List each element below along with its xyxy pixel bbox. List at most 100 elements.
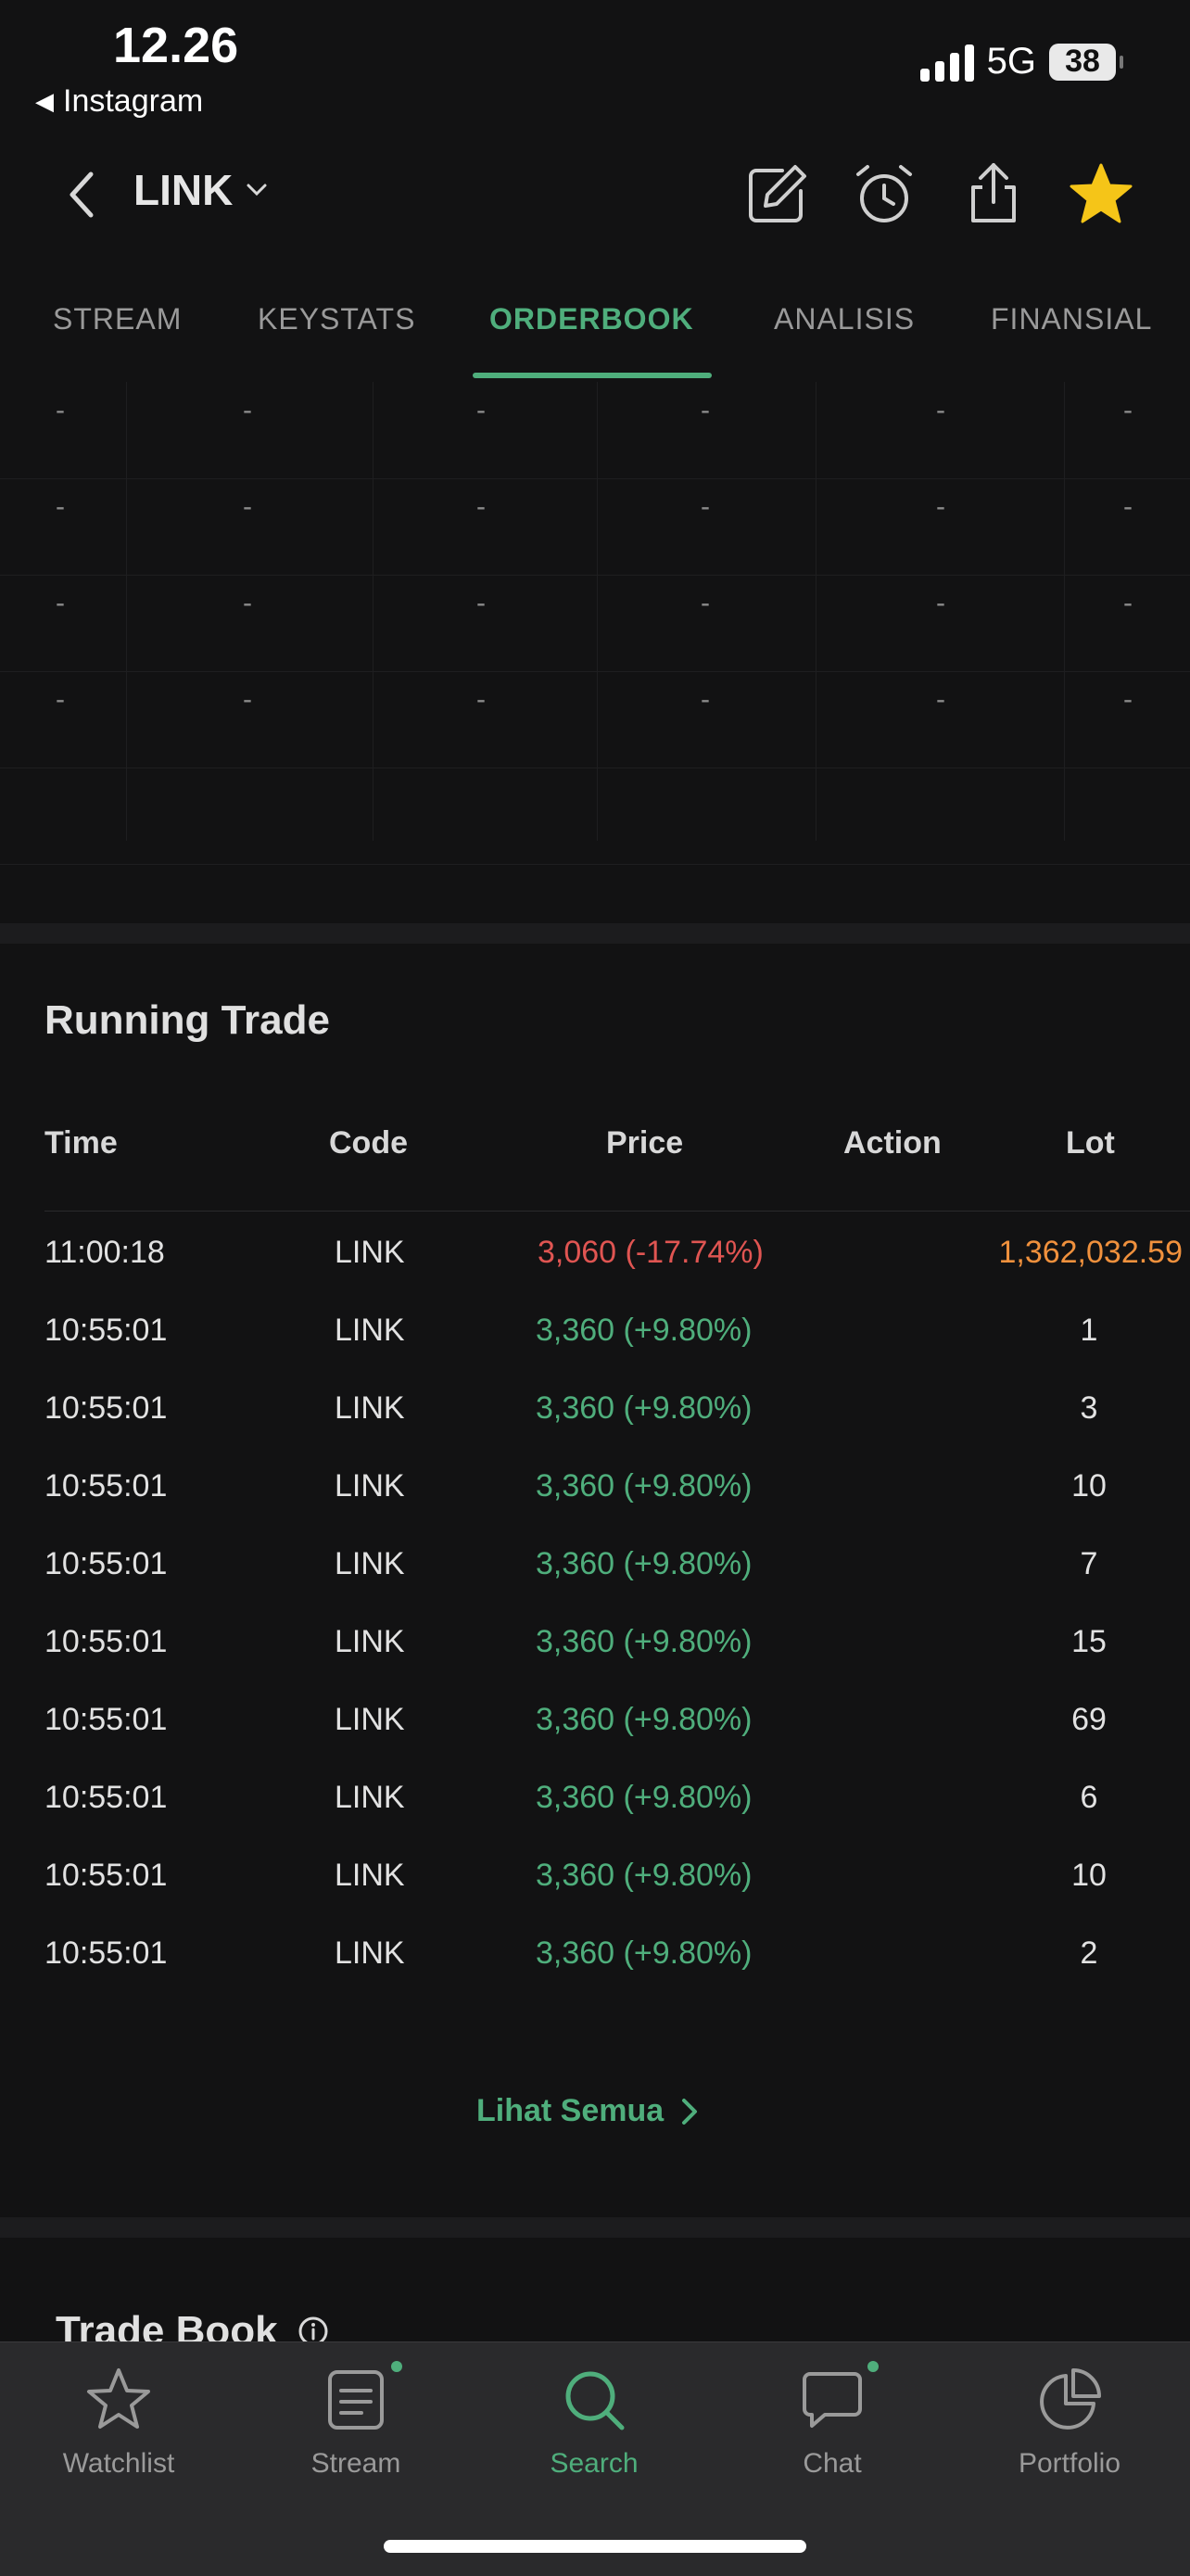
orderbook-row: - - - - - - — [0, 478, 1190, 576]
status-indicators: 5G 38 — [919, 41, 1123, 82]
trade-code: LINK — [335, 1468, 405, 1504]
trade-time: 10:55:01 — [44, 1935, 168, 1971]
trade-code: LINK — [335, 1313, 405, 1348]
trade-price: 3,360 (+9.80%) — [536, 1390, 753, 1426]
orderbook-cell: - — [56, 588, 65, 618]
column-header-price: Price — [606, 1125, 684, 1161]
table-row[interactable]: 10:55:01 LINK 3,360 (+9.80%) 69 — [0, 1702, 1190, 1780]
table-row[interactable]: 10:55:01 LINK 3,360 (+9.80%) 7 — [0, 1546, 1190, 1624]
table-row[interactable]: 10:55:01 LINK 3,360 (+9.80%) 10 — [0, 1858, 1190, 1935]
chevron-down-icon — [247, 184, 267, 197]
orderbook-row: - - - - - - — [0, 575, 1190, 672]
trade-code: LINK — [335, 1780, 405, 1815]
battery-level: 38 — [1065, 44, 1100, 79]
tab-stream[interactable]: STREAM — [53, 302, 182, 336]
stream-icon — [328, 2370, 384, 2430]
table-row[interactable]: 10:55:01 LINK 3,360 (+9.80%) 10 — [0, 1468, 1190, 1546]
trade-code: LINK — [335, 1235, 405, 1270]
trade-price: 3,360 (+9.80%) — [536, 1313, 753, 1348]
orderbook-row: - - - - - - — [0, 382, 1190, 479]
trade-price: 3,360 (+9.80%) — [536, 1702, 753, 1737]
trade-time: 10:55:01 — [44, 1546, 168, 1581]
trade-time: 10:55:01 — [44, 1780, 168, 1815]
nav-label: Portfolio — [1018, 2448, 1121, 2479]
column-header-lot: Lot — [1066, 1125, 1115, 1161]
table-row[interactable]: 10:55:01 LINK 3,360 (+9.80%) 3 — [0, 1390, 1190, 1468]
trade-lot: 2 — [1080, 1935, 1098, 1971]
header-divider — [44, 1211, 1190, 1212]
orderbook-cell: - — [476, 684, 486, 715]
tab-keystats[interactable]: KEYSTATS — [258, 302, 415, 336]
tab-bar: STREAM KEYSTATS ORDERBOOK ANALISIS FINAN… — [0, 287, 1190, 380]
table-row[interactable]: 10:55:01 LINK 3,360 (+9.80%) 2 — [0, 1935, 1190, 2013]
table-row[interactable]: 10:55:01 LINK 3,360 (+9.80%) 6 — [0, 1780, 1190, 1858]
trade-lot: 6 — [1080, 1780, 1098, 1815]
trade-price: 3,360 (+9.80%) — [536, 1546, 753, 1581]
star-icon — [87, 2368, 150, 2429]
see-all-label: Lihat Semua — [476, 2093, 665, 2128]
nav-chat[interactable]: Chat — [740, 2365, 925, 2480]
trade-lot: 15 — [1071, 1624, 1107, 1659]
column-header-action: Action — [843, 1125, 942, 1161]
section-divider — [0, 923, 1190, 944]
tab-orderbook[interactable]: ORDERBOOK — [489, 302, 694, 336]
nav-label: Search — [550, 2448, 639, 2479]
orderbook-row — [0, 768, 1190, 865]
home-indicator[interactable] — [384, 2540, 806, 2553]
trade-code: LINK — [335, 1546, 405, 1581]
see-all-link[interactable]: Lihat Semua — [476, 2093, 699, 2129]
orderbook-cell: - — [56, 491, 65, 522]
trade-lot: 3 — [1080, 1390, 1098, 1426]
nav-watchlist[interactable]: Watchlist — [26, 2365, 211, 2480]
orderbook-cell: - — [476, 395, 486, 425]
trade-lot: 10 — [1071, 1468, 1107, 1504]
favorite-star-icon[interactable] — [1066, 159, 1136, 230]
search-icon — [565, 2371, 625, 2430]
orderbook-row: - - - - - - — [0, 671, 1190, 768]
ticker-selector[interactable]: LINK — [133, 165, 268, 215]
nav-stream[interactable]: Stream — [263, 2365, 449, 2480]
trade-time: 10:55:01 — [44, 1624, 168, 1659]
back-to-app-link[interactable]: ◀ Instagram — [35, 83, 203, 120]
share-icon[interactable] — [958, 159, 1029, 230]
orderbook-grid: - - - - - - - - - - - - - - - - - - - - … — [0, 382, 1190, 865]
trade-time: 10:55:01 — [44, 1702, 168, 1737]
trade-price: 3,360 (+9.80%) — [536, 1780, 753, 1815]
trade-lot: 69 — [1071, 1702, 1107, 1737]
orderbook-cell: - — [1123, 588, 1133, 618]
orderbook-cell: - — [476, 491, 486, 522]
trade-time: 10:55:01 — [44, 1858, 168, 1893]
orderbook-cell: - — [936, 588, 945, 618]
nav-label: Watchlist — [62, 2448, 175, 2479]
orderbook-cell: - — [1123, 684, 1133, 715]
tab-analisis[interactable]: ANALISIS — [774, 302, 915, 336]
ticker-label: LINK — [133, 166, 234, 214]
orderbook-cell: - — [243, 491, 252, 522]
table-row[interactable]: 11:00:18 LINK 3,060 (-17.74%) 1,362,032.… — [0, 1235, 1190, 1313]
trade-time: 11:00:18 — [44, 1235, 165, 1270]
trade-price: 3,360 (+9.80%) — [536, 1468, 753, 1504]
nav-search[interactable]: Search — [501, 2365, 687, 2480]
orderbook-cell: - — [1123, 395, 1133, 425]
orderbook-cell: - — [1123, 491, 1133, 522]
back-chevron-icon[interactable] — [63, 167, 100, 222]
trade-lot: 1 — [1080, 1313, 1098, 1348]
table-row[interactable]: 10:55:01 LINK 3,360 (+9.80%) 1 — [0, 1313, 1190, 1390]
trade-code: LINK — [335, 1624, 405, 1659]
orderbook-cell: - — [936, 395, 945, 425]
orderbook-cell: - — [56, 684, 65, 715]
edit-icon[interactable] — [741, 159, 812, 230]
trade-lot: 10 — [1071, 1858, 1107, 1893]
trade-time: 10:55:01 — [44, 1390, 168, 1426]
trade-price: 3,360 (+9.80%) — [536, 1858, 753, 1893]
orderbook-cell: - — [701, 395, 710, 425]
table-row[interactable]: 10:55:01 LINK 3,360 (+9.80%) 15 — [0, 1624, 1190, 1702]
stream-notification-dot — [391, 2361, 402, 2372]
alarm-icon[interactable] — [849, 159, 919, 230]
nav-portfolio[interactable]: Portfolio — [977, 2365, 1162, 2480]
trade-time: 10:55:01 — [44, 1313, 168, 1348]
chevron-right-icon — [682, 2098, 698, 2125]
orderbook-cell: - — [243, 395, 252, 425]
trade-code: LINK — [335, 1935, 405, 1971]
tab-finansial[interactable]: FINANSIAL — [991, 302, 1152, 336]
